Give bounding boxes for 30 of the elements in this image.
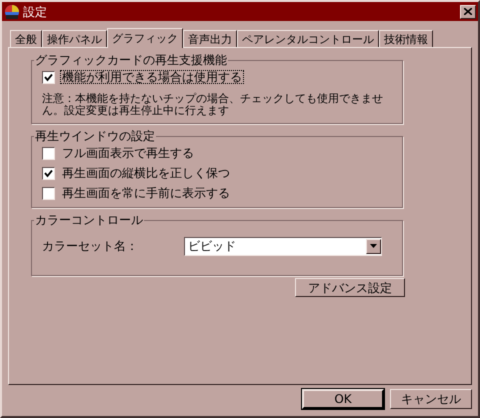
tab[interactable]: 操作パネル bbox=[42, 30, 107, 47]
group-title: カラーコントロール bbox=[34, 214, 144, 226]
checkbox[interactable] bbox=[42, 186, 55, 200]
app-icon bbox=[4, 4, 20, 20]
dropdown-value: ビビッド bbox=[188, 240, 236, 252]
dialog-button[interactable]: OK bbox=[302, 389, 384, 409]
caret-icon bbox=[370, 244, 377, 248]
tab[interactable]: 音声出力 bbox=[183, 30, 237, 47]
tab[interactable]: ペアレンタルコントロール bbox=[237, 30, 379, 47]
close-icon bbox=[464, 8, 472, 15]
close-button[interactable] bbox=[460, 4, 476, 18]
checkbox-label: 再生画面を常に手前に表示する bbox=[61, 187, 231, 199]
note-text: 注意：本機能を持たないチップの場合、チェックしても使用できません。設定変更は再生停止中に行えます bbox=[42, 93, 384, 117]
group-title: グラフィックカードの再生支援機能 bbox=[34, 54, 228, 66]
checkbox[interactable] bbox=[42, 166, 55, 180]
window-title: 設定 bbox=[23, 6, 47, 18]
field-label: カラーセット名： bbox=[42, 240, 139, 252]
group-title: 再生ウインドウの設定 bbox=[34, 130, 156, 142]
checkbox-label: フル画面表示で再生する bbox=[61, 147, 195, 159]
tab[interactable]: グラフィック bbox=[107, 28, 183, 48]
advanced-settings-button[interactable]: アドバンス設定 bbox=[295, 278, 405, 297]
tab[interactable]: 全般 bbox=[10, 30, 42, 47]
tab[interactable]: 技術情報 bbox=[379, 30, 433, 47]
checkbox[interactable] bbox=[42, 146, 55, 160]
dropdown-arrow-button[interactable] bbox=[366, 238, 381, 254]
checkbox-label: 機能が利用できる場合は使用する bbox=[61, 71, 243, 83]
checkbox[interactable] bbox=[42, 70, 55, 84]
checkbox-label: 再生画面の縦横比を正しく保つ bbox=[61, 167, 231, 179]
dropdown[interactable]: ビビッド bbox=[184, 236, 382, 256]
dialog-button[interactable]: キャンセル bbox=[390, 389, 472, 409]
